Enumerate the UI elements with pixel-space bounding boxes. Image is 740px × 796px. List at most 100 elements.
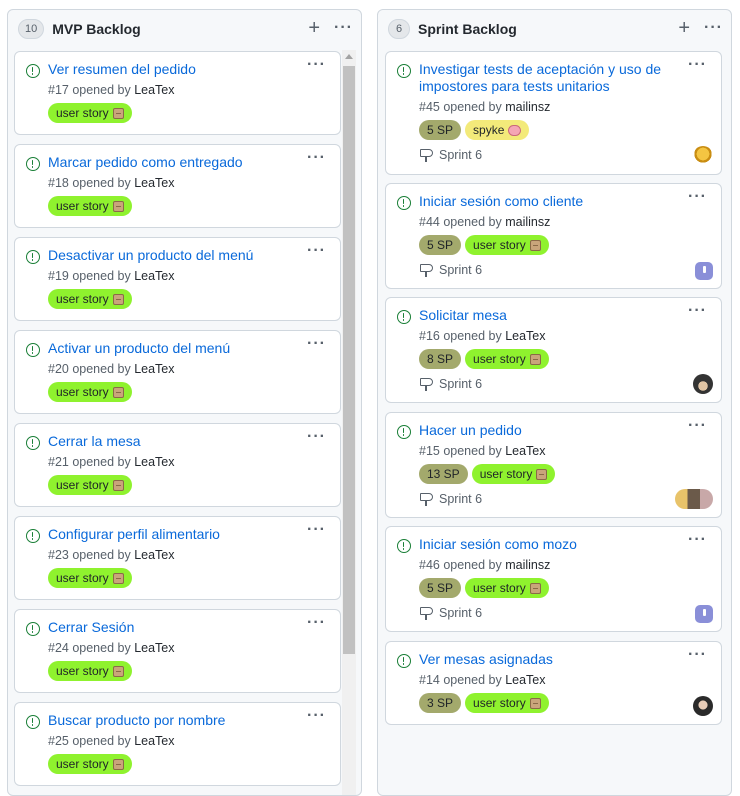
scroll-up-arrow-icon[interactable]	[345, 54, 353, 59]
issue-author[interactable]: LeaTex	[505, 673, 545, 687]
issue-title-link[interactable]: Iniciar sesión como cliente	[419, 193, 673, 210]
issue-author[interactable]: mailinsz	[505, 100, 550, 114]
label-us[interactable]: user story	[48, 289, 132, 309]
card-menu-kebab-icon[interactable]: ···	[688, 189, 707, 205]
issue-card[interactable]: ··· Ver mesas asignadas #14 opened by Le…	[385, 641, 722, 725]
label-sp[interactable]: 3 SP	[419, 693, 462, 713]
card-menu-kebab-icon[interactable]: ···	[688, 57, 707, 73]
label-text: 5 SP	[427, 581, 454, 595]
issue-author[interactable]: LeaTex	[134, 734, 174, 748]
card-menu-kebab-icon[interactable]: ···	[307, 336, 326, 352]
issue-title-link[interactable]: Buscar producto por nombre	[48, 712, 292, 729]
label-us[interactable]: user story	[48, 196, 132, 216]
issue-author[interactable]: LeaTex	[134, 548, 174, 562]
assignee-avatar[interactable]	[695, 605, 713, 623]
label-list: user story	[48, 754, 328, 774]
add-card-plus-icon[interactable]: +	[678, 18, 690, 38]
milestone[interactable]: Sprint 6	[419, 377, 709, 391]
label-us[interactable]: user story	[48, 754, 132, 774]
label-us[interactable]: user story	[465, 693, 549, 713]
issue-card[interactable]: ··· Iniciar sesión como mozo #46 opened …	[385, 526, 722, 632]
milestone[interactable]: Sprint 6	[419, 263, 709, 277]
label-us[interactable]: user story	[48, 475, 132, 495]
issue-title-link[interactable]: Cerrar la mesa	[48, 433, 292, 450]
label-us[interactable]: user story	[48, 103, 132, 123]
issue-author[interactable]: LeaTex	[134, 641, 174, 655]
card-menu-kebab-icon[interactable]: ···	[307, 522, 326, 538]
issue-author[interactable]: LeaTex	[505, 329, 545, 343]
assignee-avatar[interactable]	[693, 146, 713, 166]
label-us[interactable]: user story	[465, 578, 549, 598]
issue-card[interactable]: ··· Desactivar un producto del menú #19 …	[14, 237, 341, 321]
issue-card[interactable]: ··· Buscar producto por nombre #25 opene…	[14, 702, 341, 786]
milestone[interactable]: Sprint 6	[419, 492, 709, 506]
label-list: 5 SP spyke	[419, 120, 709, 140]
label-us[interactable]: user story	[465, 349, 549, 369]
label-us[interactable]: user story	[48, 382, 132, 402]
card-menu-kebab-icon[interactable]: ···	[688, 532, 707, 548]
issue-card[interactable]: ··· Cerrar Sesión #24 opened by LeaTex u…	[14, 609, 341, 693]
issue-card[interactable]: ··· Solicitar mesa #16 opened by LeaTex …	[385, 297, 722, 403]
label-sp[interactable]: 8 SP	[419, 349, 462, 369]
issue-title-link[interactable]: Hacer un pedido	[419, 422, 673, 439]
card-menu-kebab-icon[interactable]: ···	[307, 429, 326, 445]
label-sp[interactable]: 5 SP	[419, 578, 462, 598]
issue-card[interactable]: ··· Cerrar la mesa #21 opened by LeaTex …	[14, 423, 341, 507]
card-menu-kebab-icon[interactable]: ···	[307, 150, 326, 166]
scrollbar[interactable]	[342, 50, 356, 795]
issue-title-link[interactable]: Iniciar sesión como mozo	[419, 536, 673, 553]
milestone[interactable]: Sprint 6	[419, 606, 709, 620]
issue-title-link[interactable]: Cerrar Sesión	[48, 619, 292, 636]
card-menu-kebab-icon[interactable]: ···	[688, 418, 707, 434]
card-menu-kebab-icon[interactable]: ···	[307, 708, 326, 724]
add-card-plus-icon[interactable]: +	[308, 18, 320, 38]
issue-author[interactable]: LeaTex	[134, 83, 174, 97]
issue-card[interactable]: ··· Investigar tests de aceptación y uso…	[385, 51, 722, 175]
assignee-avatar[interactable]	[695, 262, 713, 280]
issue-card[interactable]: ··· Hacer un pedido #15 opened by LeaTex…	[385, 412, 722, 518]
column-menu-kebab-icon[interactable]: ···	[704, 20, 723, 36]
label-sp[interactable]: 5 SP	[419, 120, 462, 140]
issue-author[interactable]: LeaTex	[134, 455, 174, 469]
issue-author[interactable]: LeaTex	[505, 444, 545, 458]
issue-card[interactable]: ··· Activar un producto del menú #20 ope…	[14, 330, 341, 414]
card-menu-kebab-icon[interactable]: ···	[307, 615, 326, 631]
issue-author[interactable]: mailinsz	[505, 558, 550, 572]
issue-card[interactable]: ··· Iniciar sesión como cliente #44 open…	[385, 183, 722, 289]
issue-card[interactable]: ··· Marcar pedido como entregado #18 ope…	[14, 144, 341, 228]
issue-title-link[interactable]: Investigar tests de aceptación y uso de …	[419, 61, 673, 95]
issue-title-link[interactable]: Configurar perfil alimentario	[48, 526, 292, 543]
label-us[interactable]: user story	[471, 464, 556, 484]
label-us[interactable]: user story	[48, 568, 132, 588]
package-emoji-icon	[112, 572, 124, 584]
issue-card[interactable]: ··· Ver resumen del pedido #17 opened by…	[14, 51, 341, 135]
assignee-avatar[interactable]	[675, 489, 713, 509]
issue-card[interactable]: ··· Configurar perfil alimentario #23 op…	[14, 516, 341, 600]
issue-title-link[interactable]: Ver mesas asignadas	[419, 651, 673, 668]
issue-author[interactable]: mailinsz	[505, 215, 550, 229]
assignee-avatar[interactable]	[693, 696, 713, 716]
package-emoji-icon	[112, 293, 124, 305]
label-us[interactable]: user story	[465, 235, 549, 255]
label-sp[interactable]: 5 SP	[419, 235, 462, 255]
card-menu-kebab-icon[interactable]: ···	[307, 57, 326, 73]
milestone[interactable]: Sprint 6	[419, 148, 709, 162]
issue-author[interactable]: LeaTex	[134, 362, 174, 376]
issue-author[interactable]: LeaTex	[134, 176, 174, 190]
card-menu-kebab-icon[interactable]: ···	[688, 303, 707, 319]
label-spyke[interactable]: spyke	[465, 120, 530, 140]
issue-title-link[interactable]: Solicitar mesa	[419, 307, 673, 324]
card-menu-kebab-icon[interactable]: ···	[688, 647, 707, 663]
issue-title-link[interactable]: Ver resumen del pedido	[48, 61, 292, 78]
card-menu-kebab-icon[interactable]: ···	[307, 243, 326, 259]
issue-title-link[interactable]: Marcar pedido como entregado	[48, 154, 292, 171]
scrollbar-thumb[interactable]	[343, 66, 355, 654]
column-sprint-backlog: 6 Sprint Backlog + ··· ··· Investigar te…	[377, 9, 732, 796]
issue-author[interactable]: LeaTex	[134, 269, 174, 283]
label-sp[interactable]: 13 SP	[419, 464, 468, 484]
issue-title-link[interactable]: Desactivar un producto del menú	[48, 247, 292, 264]
assignee-avatar[interactable]	[693, 374, 713, 394]
issue-title-link[interactable]: Activar un producto del menú	[48, 340, 292, 357]
label-us[interactable]: user story	[48, 661, 132, 681]
column-menu-kebab-icon[interactable]: ···	[334, 20, 353, 36]
